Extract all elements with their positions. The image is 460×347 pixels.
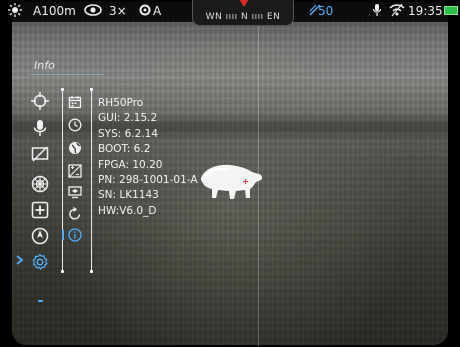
calendar-icon[interactable]: [68, 95, 82, 109]
compass: WN ıııı N ıııı EN: [192, 0, 294, 26]
page-indicator-dots: [38, 300, 43, 302]
divider-dot-top-2: [90, 88, 93, 91]
contrast-icon[interactable]: [68, 164, 82, 178]
thermal-scope-screen: A100m 3× A WN ıııı N ıııı EN 50 19:35 In…: [0, 0, 460, 347]
wifi-icon[interactable]: [389, 3, 405, 19]
sun-icon[interactable]: [8, 3, 22, 19]
sub-menu-divider: [91, 89, 92, 272]
menu-title: Info: [34, 59, 55, 72]
selection-arrow-icon: [16, 255, 24, 268]
gui-version: GUI: 2.15.2: [98, 112, 158, 125]
info-icon[interactable]: [68, 228, 82, 242]
calibration-mode: A: [153, 4, 162, 18]
zoom-level: 3×: [109, 4, 127, 18]
microphone-icon[interactable]: [31, 119, 49, 137]
status-bar: A100m 3× A WN ıııı N ıııı EN 50 19:35: [0, 0, 460, 26]
stream-value: 50: [318, 4, 334, 18]
crosshair-icon[interactable]: [31, 92, 49, 110]
clock-time: 19:35: [408, 4, 443, 18]
divider-dot-bottom: [61, 270, 64, 273]
serial-number: SN: LK1143: [98, 189, 159, 202]
menu-title-underline: [30, 74, 104, 75]
part-number: PN: 298-1001-01-A: [98, 174, 198, 187]
hardware-version: HW:V6.0_D: [98, 204, 157, 217]
device-info-panel: RH50Pro GUI: 2.15.2 SYS: 6.2.14 BOOT: 6.…: [98, 96, 198, 219]
divider-dot-bottom-2: [90, 270, 93, 273]
boot-version: BOOT: 6.2: [98, 143, 151, 156]
display-off-icon[interactable]: [31, 145, 49, 163]
fpga-version: FPGA: 10.20: [98, 158, 163, 171]
eye-icon[interactable]: [84, 3, 102, 19]
model-name: RH50Pro: [98, 97, 144, 109]
boar-heat-signature: [200, 164, 263, 199]
microphone-icon[interactable]: [372, 3, 382, 19]
screen-icon[interactable]: [68, 185, 82, 199]
palette-icon[interactable]: [31, 175, 49, 193]
range-indicator: A100m: [33, 4, 76, 18]
globe-icon[interactable]: [68, 141, 82, 155]
reset-icon[interactable]: [68, 207, 82, 221]
settings-icon[interactable]: [31, 253, 49, 271]
battery-icon: [444, 6, 458, 15]
compass-heading-marker: [239, 0, 249, 7]
main-menu-divider: [62, 89, 63, 272]
divider-dot-top: [61, 88, 64, 91]
plus-square-icon[interactable]: [31, 201, 49, 219]
compass-scale: WN ıııı N ıııı EN: [205, 12, 281, 22]
clock-icon[interactable]: [68, 118, 82, 132]
aim-point: [243, 179, 248, 184]
compass-icon[interactable]: [31, 227, 49, 245]
calibration-icon[interactable]: [138, 3, 152, 19]
selected-item-indicator: [62, 230, 64, 240]
sys-version: SYS: 6.2.14: [98, 127, 159, 140]
